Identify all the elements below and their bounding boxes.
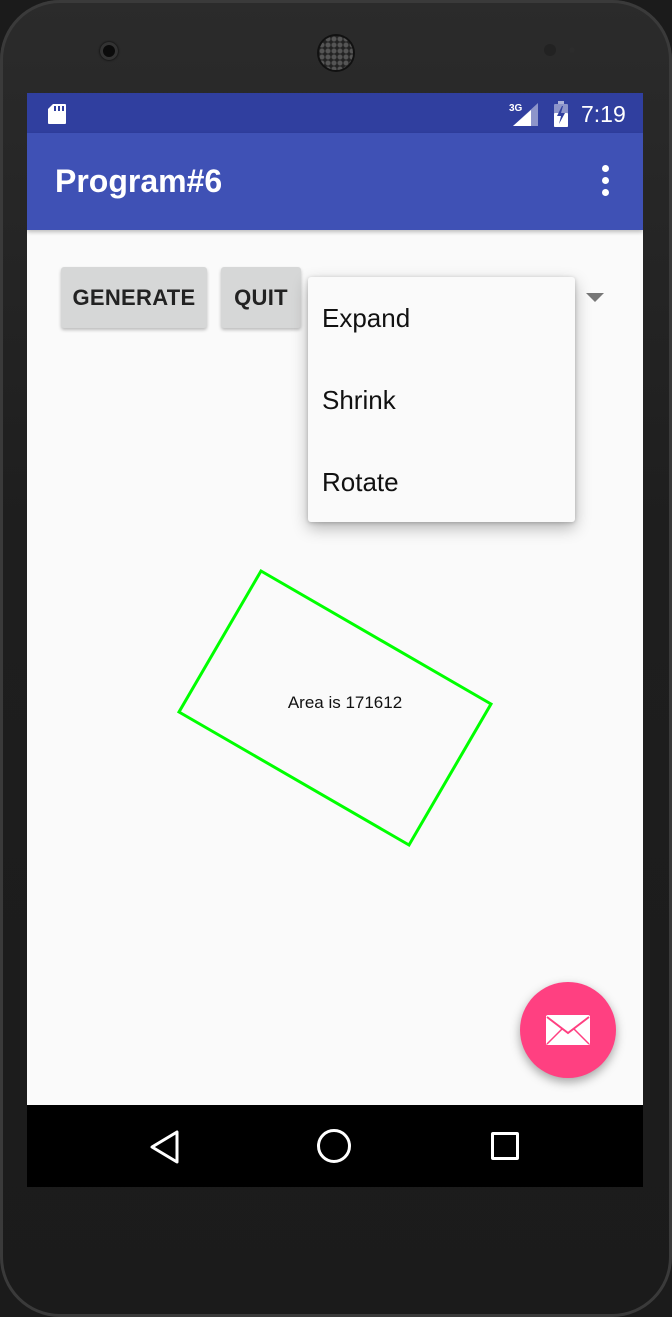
home-icon[interactable] xyxy=(317,1129,351,1163)
screen: 3G 7:19 Program#6 GENERATE QUIT Area is … xyxy=(27,93,643,1187)
menu-item-expand[interactable]: Expand xyxy=(308,277,575,359)
recents-icon[interactable] xyxy=(491,1132,519,1160)
back-icon[interactable] xyxy=(147,1129,187,1165)
email-fab-button[interactable] xyxy=(520,982,616,1078)
navigation-bar xyxy=(27,1105,643,1187)
earpiece-speaker xyxy=(319,36,353,70)
email-icon xyxy=(546,1015,590,1045)
spinner-dropdown-menu: Expand Shrink Rotate xyxy=(308,277,575,522)
proximity-sensor xyxy=(544,44,556,56)
light-sensor xyxy=(569,47,575,53)
front-camera xyxy=(100,42,118,60)
menu-item-rotate[interactable]: Rotate xyxy=(308,441,575,523)
area-label: Area is 171612 xyxy=(288,693,402,712)
menu-item-shrink[interactable]: Shrink xyxy=(308,359,575,441)
